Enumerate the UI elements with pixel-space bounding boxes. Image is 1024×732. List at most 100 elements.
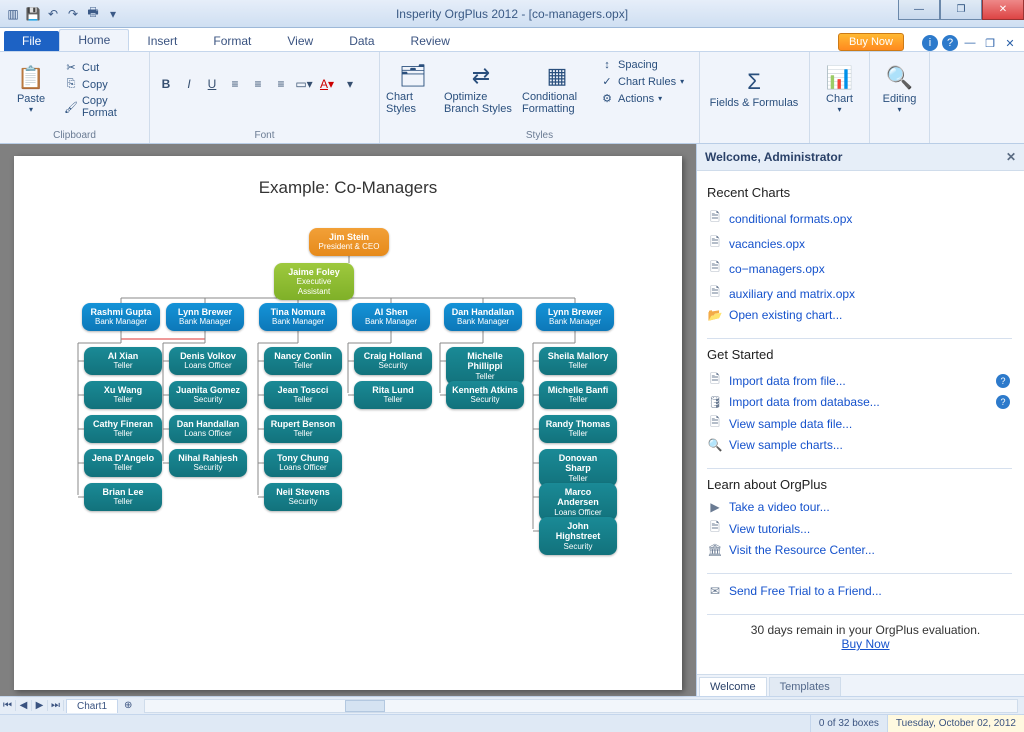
copy-button[interactable]: ⎘Copy	[60, 77, 143, 92]
bold-button[interactable]: B	[156, 74, 176, 94]
panel-link[interactable]: 📂Open existing chart...	[707, 306, 1024, 324]
panel-tab-welcome[interactable]: Welcome	[699, 677, 767, 696]
qat-dropdown-icon[interactable]: ▾	[104, 5, 122, 23]
redo-icon[interactable]: ↷	[64, 5, 82, 23]
org-node[interactable]: Donovan SharpTeller	[539, 449, 617, 487]
print-icon[interactable]: 🖶	[84, 5, 102, 23]
org-node[interactable]: Tina NomuraBank Manager	[259, 303, 337, 331]
org-node[interactable]: Lynn BrewerBank Manager	[536, 303, 614, 331]
align-left-button[interactable]: ≡	[225, 74, 245, 94]
horizontal-scrollbar[interactable]	[144, 699, 1018, 713]
trial-buy-now-link[interactable]: Buy Now	[841, 637, 889, 651]
buy-now-button[interactable]: Buy Now	[838, 33, 904, 51]
paste-button[interactable]: 📋Paste▾	[6, 54, 56, 124]
undo-icon[interactable]: ↶	[44, 5, 62, 23]
align-right-button[interactable]: ≡	[271, 74, 291, 94]
org-node[interactable]: Randy ThomasTeller	[539, 415, 617, 443]
panel-link[interactable]: 🏛Visit the Resource Center...	[707, 541, 1024, 559]
org-node[interactable]: Cathy FineranTeller	[84, 415, 162, 443]
panel-link[interactable]: 🗎View sample data file...	[707, 411, 1024, 436]
org-node[interactable]: Al XianTeller	[84, 347, 162, 375]
org-node[interactable]: Jaime FoleyExecutive Assistant	[274, 263, 354, 300]
window-restore-icon[interactable]: ❐	[982, 35, 998, 51]
org-node[interactable]: Dan HandallanLoans Officer	[169, 415, 247, 443]
panel-link[interactable]: 🗎Import data from file...?	[707, 368, 1024, 393]
sheet-prev-icon[interactable]: ◀	[16, 700, 32, 711]
org-node[interactable]: Rashmi GuptaBank Manager	[82, 303, 160, 331]
org-node[interactable]: Kenneth AtkinsSecurity	[446, 381, 524, 409]
org-node[interactable]: Jim SteinPresident & CEO	[309, 228, 389, 256]
sheet-last-icon[interactable]: ⏭	[48, 700, 64, 711]
org-node[interactable]: Jean ToscciTeller	[264, 381, 342, 409]
org-chart[interactable]: Jim SteinPresident & CEO Jaime FoleyExecu…	[14, 228, 682, 648]
tab-insert[interactable]: Insert	[129, 31, 195, 51]
org-node[interactable]: Denis VolkovLoans Officer	[169, 347, 247, 375]
underline-button[interactable]: U	[202, 74, 222, 94]
tab-format[interactable]: Format	[195, 31, 269, 51]
maximize-button[interactable]: ❐	[940, 0, 982, 20]
panel-close-icon[interactable]: ✕	[1006, 150, 1016, 164]
tab-review[interactable]: Review	[393, 31, 468, 51]
border-button[interactable]: ▭▾	[294, 74, 314, 94]
minimize-button[interactable]: —	[898, 0, 940, 20]
panel-link[interactable]: 🗎auxiliary and matrix.opx	[707, 281, 1024, 306]
panel-link[interactable]: 🗎conditional formats.opx	[707, 206, 1024, 231]
spacing-button[interactable]: ↕Spacing	[596, 58, 688, 72]
window-minimize-icon[interactable]: —	[962, 35, 978, 51]
chart-rules-button[interactable]: ✓Chart Rules▾	[596, 74, 688, 89]
org-node[interactable]: Jena D'AngeloTeller	[84, 449, 162, 477]
actions-button[interactable]: ⚙Actions▾	[596, 91, 688, 106]
close-button[interactable]: ✕	[982, 0, 1024, 20]
org-node[interactable]: Rupert BensonTeller	[264, 415, 342, 443]
sheet-next-icon[interactable]: ▶	[32, 700, 48, 711]
org-node[interactable]: Marco AndersenLoans Officer	[539, 483, 617, 521]
canvas-area[interactable]: Example: Co-Managers Jim SteinPresident …	[0, 144, 696, 696]
font-color-button[interactable]: A▾	[317, 74, 337, 94]
conditional-formatting-button[interactable]: ▦Conditional Formatting	[522, 54, 592, 124]
panel-link[interactable]: 🔍View sample charts...	[707, 436, 1024, 454]
new-sheet-icon[interactable]: ⊕	[118, 700, 138, 711]
info-icon[interactable]: i	[922, 35, 938, 51]
optimize-branch-button[interactable]: ⇄Optimize Branch Styles	[444, 54, 518, 124]
highlight-button[interactable]: ▾	[340, 74, 360, 94]
sheet-first-icon[interactable]: ⏮	[0, 700, 16, 711]
help-icon[interactable]: ?	[942, 35, 958, 51]
copy-format-button[interactable]: 🖌Copy Format	[60, 94, 143, 120]
align-center-button[interactable]: ≡	[248, 74, 268, 94]
org-node[interactable]: Sheila MalloryTeller	[539, 347, 617, 375]
org-node[interactable]: Al ShenBank Manager	[352, 303, 430, 331]
org-node[interactable]: Dan HandallanBank Manager	[444, 303, 522, 331]
cut-button[interactable]: ✂Cut	[60, 60, 143, 75]
org-node[interactable]: Michelle PhillippiTeller	[446, 347, 524, 385]
tab-view[interactable]: View	[269, 31, 331, 51]
org-node[interactable]: Neil StevensSecurity	[264, 483, 342, 511]
org-node[interactable]: Craig HollandSecurity	[354, 347, 432, 375]
chart-button[interactable]: 📊Chart▾	[816, 54, 863, 124]
org-node[interactable]: Nancy ConlinTeller	[264, 347, 342, 375]
org-node[interactable]: Nihal RahjeshSecurity	[169, 449, 247, 477]
org-node[interactable]: Lynn BrewerBank Manager	[166, 303, 244, 331]
panel-tab-templates[interactable]: Templates	[769, 677, 841, 696]
panel-link[interactable]: 🛢Import data from database...?	[707, 393, 1024, 411]
org-node[interactable]: Brian LeeTeller	[84, 483, 162, 511]
panel-link[interactable]: 🗎View tutorials...	[707, 516, 1024, 541]
panel-link[interactable]: 🗎co−managers.opx	[707, 256, 1024, 281]
org-node[interactable]: Rita LundTeller	[354, 381, 432, 409]
org-node[interactable]: Tony ChungLoans Officer	[264, 449, 342, 477]
app-icon[interactable]: ▥	[4, 5, 22, 23]
sheet-tab-chart1[interactable]: Chart1	[66, 699, 118, 713]
panel-link[interactable]: 🗎vacancies.opx	[707, 231, 1024, 256]
editing-button[interactable]: 🔍Editing▾	[876, 54, 923, 124]
send-trial-link[interactable]: ✉Send Free Trial to a Friend...	[707, 582, 1024, 600]
save-icon[interactable]: 💾	[24, 5, 42, 23]
file-tab[interactable]: File	[4, 31, 59, 51]
org-node[interactable]: Michelle BanfiTeller	[539, 381, 617, 409]
italic-button[interactable]: I	[179, 74, 199, 94]
tab-data[interactable]: Data	[331, 31, 392, 51]
org-node[interactable]: John HighstreetSecurity	[539, 517, 617, 555]
chart-styles-button[interactable]: 🗂Chart Styles	[386, 54, 440, 124]
window-close-icon[interactable]: ✕	[1002, 35, 1018, 51]
fields-formulas-button[interactable]: ΣFields & Formulas	[706, 54, 802, 124]
org-node[interactable]: Xu WangTeller	[84, 381, 162, 409]
panel-link[interactable]: ▶Take a video tour...	[707, 498, 1024, 516]
